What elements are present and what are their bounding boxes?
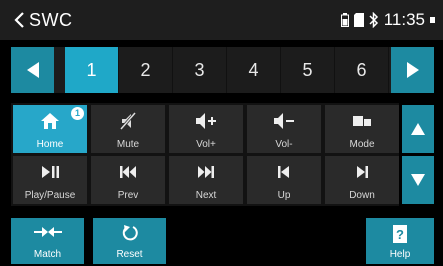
volume-up-icon xyxy=(196,113,216,129)
down-track-icon xyxy=(357,166,368,178)
scroll-down-button[interactable] xyxy=(402,156,434,204)
vol-up-key-label: Vol+ xyxy=(196,139,216,150)
sd-card-icon xyxy=(353,13,364,27)
home-key-label: Home xyxy=(36,139,64,150)
arrow-left-icon xyxy=(26,62,39,78)
prev-key-label: Prev xyxy=(117,190,139,201)
reset-icon xyxy=(122,225,138,241)
previous-icon xyxy=(120,166,136,178)
page-2-tab[interactable]: 2 xyxy=(119,47,173,93)
reset-button-label: Reset xyxy=(116,249,143,260)
mode-key[interactable]: Mode xyxy=(325,105,399,153)
play-pause-key[interactable]: Play/Pause xyxy=(13,156,87,204)
arrow-right-icon xyxy=(406,62,419,78)
header-bar: SWC 11:35 xyxy=(0,0,443,40)
match-icon xyxy=(33,227,62,237)
help-icon: ? xyxy=(393,225,407,243)
page-1-tab[interactable]: 1 xyxy=(65,47,119,93)
page-6-tab[interactable]: 6 xyxy=(335,47,389,93)
clock: 11:35 xyxy=(383,10,425,29)
page-3-tab[interactable]: 3 xyxy=(173,47,227,93)
page-4-tab[interactable]: 4 xyxy=(227,47,281,93)
home-icon xyxy=(41,113,59,129)
vol-down-key-label: Vol- xyxy=(275,139,293,150)
play-pause-icon xyxy=(42,166,59,178)
help-button[interactable]: ? Help xyxy=(366,218,434,264)
battery-icon xyxy=(340,13,349,27)
mute-key-label: Mute xyxy=(116,139,140,150)
signal-icon xyxy=(430,17,435,23)
next-page-button[interactable] xyxy=(391,47,434,93)
page-selector: 1 2 3 4 5 6 xyxy=(11,47,434,93)
vol-up-key[interactable]: Vol+ xyxy=(169,105,243,153)
up-key-label: Up xyxy=(277,190,291,201)
next-key[interactable]: Next xyxy=(169,156,243,204)
page-5-tab[interactable]: 5 xyxy=(281,47,335,93)
page-title: SWC xyxy=(29,10,73,30)
match-button-label: Match xyxy=(33,249,62,260)
svg-text:?: ? xyxy=(396,227,404,242)
help-button-label: Help xyxy=(389,249,411,260)
mode-key-label: Mode xyxy=(349,139,375,150)
home-key[interactable]: 1 Home xyxy=(13,105,87,153)
reset-button[interactable]: Reset xyxy=(93,218,166,264)
bluetooth-icon xyxy=(369,12,378,28)
down-key[interactable]: Down xyxy=(325,156,399,204)
vol-down-key[interactable]: Vol- xyxy=(247,105,321,153)
next-icon xyxy=(198,166,214,178)
prev-key[interactable]: Prev xyxy=(91,156,165,204)
mute-key[interactable]: Mute xyxy=(91,105,165,153)
prev-page-button[interactable] xyxy=(11,47,54,93)
home-badge: 1 xyxy=(71,107,84,120)
down-key-label: Down xyxy=(349,190,375,201)
play-pause-key-label: Play/Pause xyxy=(24,190,76,201)
match-button[interactable]: Match xyxy=(11,218,84,264)
up-track-icon xyxy=(278,166,289,178)
triangle-down-icon xyxy=(411,174,425,186)
up-key[interactable]: Up xyxy=(247,156,321,204)
next-key-label: Next xyxy=(195,190,217,201)
triangle-up-icon xyxy=(411,123,425,135)
key-grid: 1 Home Mute Vol+ Vol- Mode Play/Pause Pr… xyxy=(11,103,399,206)
mode-icon xyxy=(353,116,371,126)
volume-down-icon xyxy=(274,113,294,129)
scroll-up-button[interactable] xyxy=(402,105,434,153)
status-bar: 11:35 xyxy=(340,10,435,30)
mute-icon xyxy=(119,112,137,130)
